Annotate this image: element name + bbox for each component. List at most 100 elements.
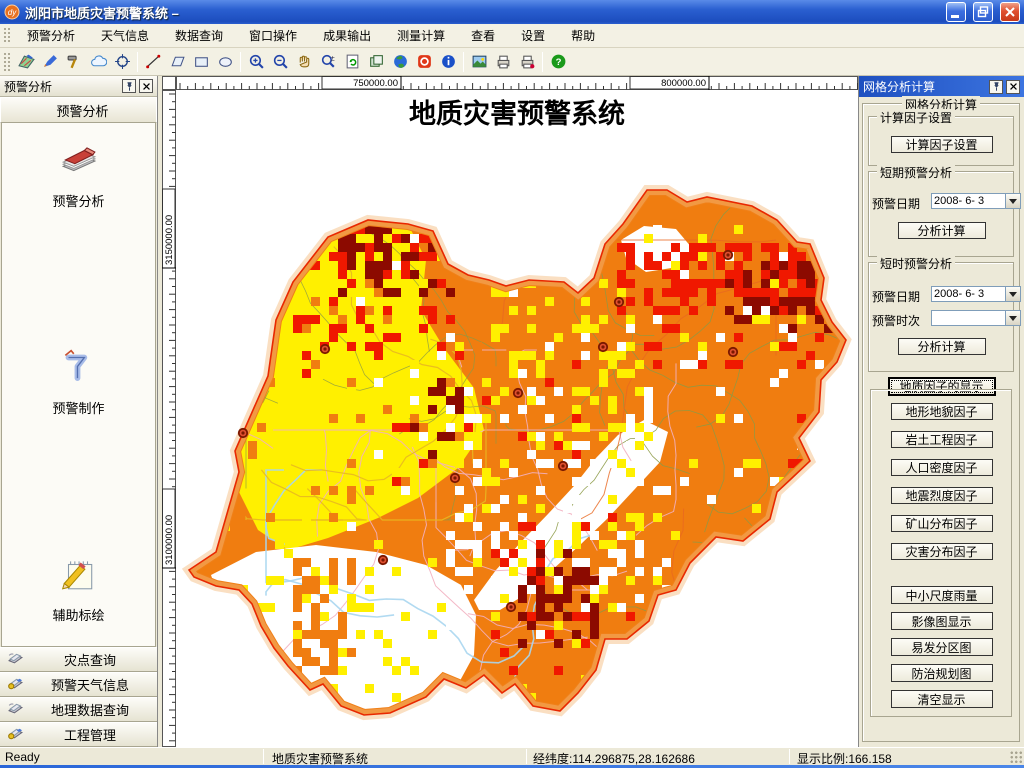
- toolbar-info-button[interactable]: [436, 50, 460, 74]
- category-bar-4[interactable]: 工程管理: [0, 722, 157, 747]
- svg-text:3100000.00: 3100000.00: [164, 515, 175, 565]
- category-bar-label: 地理数据查询: [50, 703, 129, 718]
- toolbar-layer-paint-button[interactable]: [38, 50, 62, 74]
- toolbar-zoom-window-button[interactable]: ±: [316, 50, 340, 74]
- short-term-date-combo[interactable]: 2008- 6- 3: [931, 193, 1021, 209]
- toolbar-center-target-button[interactable]: [110, 50, 134, 74]
- toolbar-print-setup-button[interactable]: [515, 50, 539, 74]
- book-red-icon: [56, 141, 100, 184]
- toolbar-hammer-button[interactable]: [62, 50, 86, 74]
- resize-grip[interactable]: [1010, 751, 1023, 764]
- toolbar: ±?: [0, 48, 1024, 76]
- category-bar-2[interactable]: 预警天气信息: [0, 672, 157, 697]
- short-time-hour-label: 预警时次: [872, 314, 921, 328]
- chevron-down-icon[interactable]: [1005, 311, 1020, 325]
- menu-item-2[interactable]: 天气信息: [88, 26, 162, 46]
- toolbar-zoom-out-button[interactable]: [268, 50, 292, 74]
- close-icon[interactable]: [1006, 79, 1020, 94]
- toolbar-globe-button[interactable]: [388, 50, 412, 74]
- svg-text:3150000.00: 3150000.00: [164, 215, 175, 265]
- toolbar-print-button[interactable]: [491, 50, 515, 74]
- menu-item-8[interactable]: 设置: [508, 26, 558, 46]
- draw-rect-icon: [194, 57, 208, 67]
- left-panel-title: 预警分析: [4, 79, 53, 94]
- extra-button-4[interactable]: 防治规划图: [890, 664, 993, 682]
- toolbar-image-view-button[interactable]: [467, 50, 491, 74]
- short-term-groupbox: 短期预警分析: [868, 164, 1014, 257]
- left-panel-category-bars: 灾点查询 预警天气信息地理数据查询 工程管理: [0, 647, 157, 747]
- nav-item-2[interactable]: 预警制作: [52, 348, 105, 417]
- extra-button-1[interactable]: 中小尺度雨量: [890, 586, 993, 604]
- toolbar-help-button[interactable]: ?: [546, 50, 570, 74]
- factor-button-2[interactable]: 岩土工程因子: [890, 431, 993, 448]
- factor-button-3[interactable]: 人口密度因子: [890, 459, 993, 476]
- menu-item-6[interactable]: 测量计算: [384, 26, 458, 46]
- toolbar-cloud-button[interactable]: [86, 50, 110, 74]
- help-icon: ?: [551, 54, 565, 69]
- toolbar-draw-ellipse-button[interactable]: [213, 50, 237, 74]
- left-panel-header[interactable]: 预警分析: [0, 97, 157, 128]
- toolbar-draw-polygon-button[interactable]: [165, 50, 189, 74]
- status-coordinates: 经纬度:114.296875,28.162686: [533, 752, 695, 766]
- short-time-analyze-button[interactable]: 分析计算: [897, 338, 986, 355]
- short-term-analyze-button[interactable]: 分析计算: [897, 222, 986, 239]
- nav-item-label: 预警制作: [52, 401, 105, 416]
- hand-doc-color-icon: [7, 724, 24, 746]
- status-bar: Ready 地质灾害预警系统 经纬度:114.296875,28.162686 …: [0, 747, 1024, 766]
- extra-button-5[interactable]: 清空显示: [890, 690, 993, 708]
- chevron-down-icon[interactable]: [1005, 287, 1020, 301]
- toolbar-pan-hand-button[interactable]: [292, 50, 316, 74]
- pin-icon[interactable]: [989, 79, 1003, 94]
- pan-hand-icon: [299, 55, 309, 68]
- toolbar-separator: [137, 51, 138, 72]
- menu-item-4[interactable]: 窗口操作: [236, 26, 310, 46]
- zoom-window-icon: ±: [321, 53, 334, 68]
- hand-doc-icon: [7, 699, 24, 721]
- toolbar-zoom-in-button[interactable]: [244, 50, 268, 74]
- short-time-legend: 短时预警分析: [877, 255, 956, 272]
- hand-doc-icon: [7, 649, 24, 671]
- factor-button-4[interactable]: 地震烈度因子: [890, 487, 993, 504]
- extra-button-3[interactable]: 易发分区图: [890, 638, 993, 656]
- category-bar-label: 工程管理: [63, 728, 116, 743]
- info-icon: [441, 55, 455, 68]
- short-time-hour-combo[interactable]: [931, 310, 1021, 326]
- category-bar-1[interactable]: 灾点查询: [0, 647, 157, 672]
- image-view-icon: [472, 55, 486, 68]
- close-icon[interactable]: [139, 79, 153, 93]
- toolbar-refresh-view-button[interactable]: [340, 50, 364, 74]
- map-canvas[interactable]: 地质灾害预警系统: [176, 90, 858, 747]
- toolbar-map-edit-button[interactable]: [14, 50, 38, 74]
- nav-item-3[interactable]: 辅助标绘: [52, 555, 105, 624]
- toolbar-draw-rect-button[interactable]: [189, 50, 213, 74]
- factor-button-5[interactable]: 矿山分布因子: [890, 515, 993, 532]
- restore-button[interactable]: [973, 2, 993, 22]
- globe-icon: [393, 55, 407, 68]
- menu-item-1[interactable]: 预警分析: [14, 26, 88, 46]
- toolbar-draw-line-button[interactable]: [141, 50, 165, 74]
- menu-item-7[interactable]: 查看: [458, 26, 508, 46]
- close-button[interactable]: [1000, 2, 1020, 22]
- short-time-date-combo[interactable]: 2008- 6- 3: [931, 286, 1021, 302]
- menu-item-5[interactable]: 成果输出: [310, 26, 384, 46]
- chevron-down-icon[interactable]: [1005, 194, 1020, 208]
- menu-item-3[interactable]: 数据查询: [162, 26, 236, 46]
- toolbar-copy-view-button[interactable]: [364, 50, 388, 74]
- short-term-date-label: 预警日期: [872, 197, 921, 211]
- nav-item-1[interactable]: 预警分析: [52, 141, 105, 210]
- category-bar-3[interactable]: 地理数据查询: [0, 697, 157, 722]
- factor-button-6[interactable]: 灾害分布因子: [890, 543, 993, 560]
- factor-setup-button[interactable]: 计算因子设置: [890, 136, 993, 153]
- copy-view-icon: [369, 55, 383, 67]
- toolbar-stop-button[interactable]: [412, 50, 436, 74]
- minimize-button[interactable]: [946, 2, 966, 22]
- svg-text:750000.00: 750000.00: [353, 78, 398, 89]
- extra-button-2[interactable]: 影像图显示: [890, 612, 993, 630]
- menu-item-9[interactable]: 帮助: [558, 26, 608, 46]
- factor-button-1[interactable]: 地形地貌因子: [890, 403, 993, 420]
- short-time-hour-value: [932, 311, 1005, 325]
- svg-text:±: ±: [330, 53, 334, 62]
- hand-doc-color-icon: [7, 674, 24, 696]
- pin-icon[interactable]: [122, 79, 136, 93]
- app-window: dy 浏阳市地质灾害预警系统 – 预警分析 天气信息 数据查询 窗口操作 成果输出 测量计…: [0, 0, 1024, 768]
